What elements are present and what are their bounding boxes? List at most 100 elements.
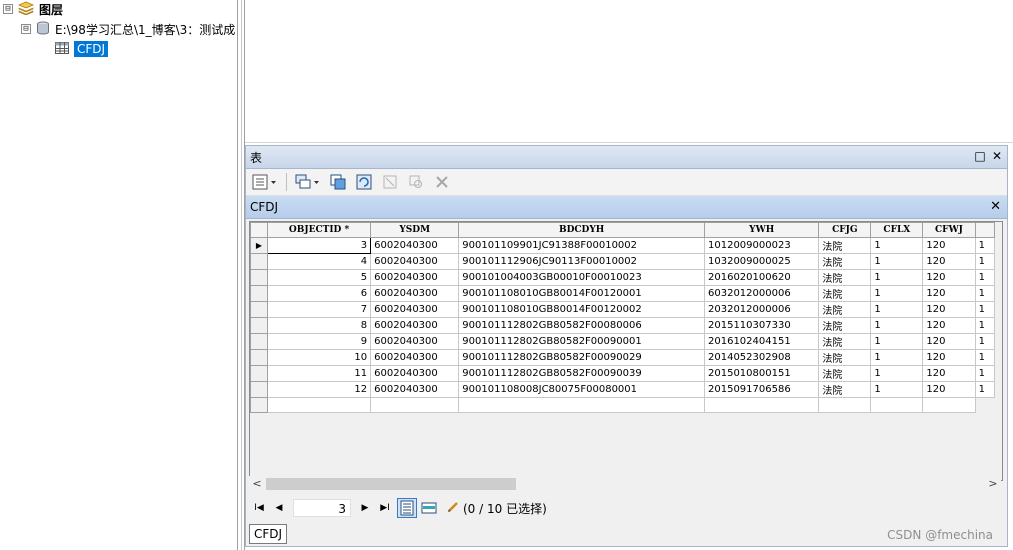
cell-cflx[interactable]: 1 [870, 285, 924, 302]
row-selector-header[interactable] [250, 222, 268, 238]
cell-ywh[interactable]: 1032009000025 [703, 253, 820, 270]
cell-ysdm[interactable]: 6002040300 [370, 349, 460, 366]
table-row[interactable]: 5 6002040300 900101004003GB00010F00010023 2… [250, 269, 1002, 286]
cell-objectid[interactable]: 4 [266, 253, 372, 270]
row-selector[interactable] [250, 381, 268, 398]
show-selected-records-icon[interactable] [419, 498, 439, 518]
cell-cfwj[interactable]: 120 [922, 349, 976, 366]
cell-objectid[interactable]: 12 [266, 381, 372, 398]
cell-extra[interactable]: 1 [974, 237, 996, 254]
table-row[interactable]: 4 6002040300 900101112906JC90113F00010002 1… [250, 253, 1002, 270]
empty-cell[interactable] [975, 397, 995, 413]
cell-bdcdyh[interactable]: 900101108010GB80014F00120001 [458, 285, 705, 302]
cell-cfjg[interactable]: 法院 [818, 253, 872, 270]
cell-cfjg[interactable]: 法院 [818, 285, 872, 302]
cell-cfjg[interactable]: 法院 [818, 317, 872, 334]
cell-extra[interactable]: 1 [974, 381, 996, 398]
row-selector[interactable] [250, 269, 268, 286]
cell-cfwj[interactable]: 120 [922, 285, 976, 302]
cell-ywh[interactable]: 2016020100620 [703, 269, 820, 286]
row-selector[interactable] [250, 253, 268, 270]
cell-objectid[interactable]: 3 [266, 237, 372, 254]
table-row[interactable]: 6 6002040300 900101108010GB80014F00120001 6… [250, 285, 1002, 302]
tree-root-label[interactable]: 图层 [39, 1, 63, 18]
row-selector[interactable] [250, 301, 268, 318]
cell-objectid[interactable]: 8 [266, 317, 372, 334]
select-by-attributes-icon[interactable] [327, 172, 349, 192]
cell-ywh[interactable]: 2016102404151 [703, 333, 820, 350]
row-selector[interactable]: ▶ [250, 237, 268, 254]
table-row[interactable]: 11 6002040300 900101112802GB80582F00090039… [250, 365, 1002, 382]
cell-extra[interactable]: 1 [974, 269, 996, 286]
cell-ysdm[interactable]: 6002040300 [370, 317, 460, 334]
cell-cflx[interactable]: 1 [870, 365, 924, 382]
row-selector[interactable] [250, 285, 268, 302]
tree-table-label[interactable]: CFDJ [74, 41, 109, 57]
column-header-ysdm[interactable]: YSDM [370, 222, 460, 238]
cell-cfjg[interactable]: 法院 [818, 349, 872, 366]
cell-cfjg[interactable]: 法院 [818, 333, 872, 350]
table-row[interactable]: ▶ 3 6002040300 900101109901JC91388F00010002… [250, 237, 1002, 254]
table-bottom-tab[interactable]: CFDJ [249, 524, 288, 544]
cell-bdcdyh[interactable]: 900101108010GB80014F00120002 [458, 301, 705, 318]
cell-cfwj[interactable]: 120 [922, 269, 976, 286]
cell-cfjg[interactable]: 法院 [818, 237, 872, 254]
cell-ywh[interactable]: 1012009000023 [703, 237, 820, 254]
empty-cell[interactable] [922, 397, 976, 413]
cell-objectid[interactable]: 11 [266, 365, 372, 382]
cell-cflx[interactable]: 1 [870, 269, 924, 286]
column-header-more[interactable] [974, 222, 996, 238]
cell-cfwj[interactable]: 120 [922, 381, 976, 398]
cell-bdcdyh[interactable]: 900101109901JC91388F00010002 [458, 237, 705, 254]
cell-extra[interactable]: 1 [974, 317, 996, 334]
zoom-to-selected-icon[interactable] [405, 172, 427, 192]
cell-cflx[interactable]: 1 [870, 253, 924, 270]
cell-cfwj[interactable]: 120 [922, 301, 976, 318]
cell-cflx[interactable]: 1 [870, 301, 924, 318]
cell-cflx[interactable]: 1 [870, 381, 924, 398]
table-options-dropdown-icon[interactable] [250, 172, 280, 192]
collapse-icon[interactable]: ⊟ [3, 4, 13, 14]
window-title-bar[interactable]: 表 □ ✕ [246, 146, 1007, 169]
cell-extra[interactable]: 1 [974, 365, 996, 382]
cell-cfjg[interactable]: 法院 [818, 381, 872, 398]
cell-objectid[interactable]: 9 [266, 333, 372, 350]
cell-bdcdyh[interactable]: 900101108008JC80075F00080001 [458, 381, 705, 398]
cell-cflx[interactable]: 1 [870, 317, 924, 334]
table-row[interactable]: 7 6002040300 900101108010GB80014F00120002 2… [250, 301, 1002, 318]
close-icon[interactable]: ✕ [990, 149, 1004, 163]
next-record-button[interactable]: ▶ [355, 498, 375, 518]
cell-ysdm[interactable]: 6002040300 [370, 285, 460, 302]
cell-ysdm[interactable]: 6002040300 [370, 253, 460, 270]
table-row[interactable]: 12 6002040300 900101108008JC80075F00080001… [250, 381, 1002, 398]
scrollbar-thumb[interactable] [266, 478, 516, 490]
column-header-cfjg[interactable]: CFJG [818, 222, 872, 238]
cell-ywh[interactable]: 6032012000006 [703, 285, 820, 302]
empty-cell[interactable] [870, 397, 924, 413]
empty-cell[interactable] [818, 397, 872, 413]
cell-cfwj[interactable]: 120 [922, 365, 976, 382]
row-selector[interactable] [250, 397, 268, 413]
cell-extra[interactable]: 1 [974, 333, 996, 350]
cell-cfwj[interactable]: 120 [922, 333, 976, 350]
empty-cell[interactable] [266, 397, 372, 413]
tree-database-label[interactable]: E:\98学习汇总\1_博客\3：测试成 [55, 21, 235, 38]
clear-selection-icon[interactable] [379, 172, 401, 192]
empty-table-row[interactable] [250, 397, 1002, 413]
column-header-ywh[interactable]: YWH [703, 222, 820, 238]
cell-cfjg[interactable]: 法院 [818, 269, 872, 286]
cell-extra[interactable]: 1 [974, 253, 996, 270]
last-record-button[interactable]: ▶I [375, 498, 395, 518]
cell-bdcdyh[interactable]: 900101004003GB00010F00010023 [458, 269, 705, 286]
cell-ywh[interactable]: 2015010800151 [703, 365, 820, 382]
cell-bdcdyh[interactable]: 900101112802GB80582F00090029 [458, 349, 705, 366]
cell-ywh[interactable]: 2032012000006 [703, 301, 820, 318]
tree-table-row[interactable]: CFDJ [55, 40, 109, 58]
first-record-button[interactable]: I◀ [249, 498, 269, 518]
cell-ywh[interactable]: 2015091706586 [703, 381, 820, 398]
empty-cell[interactable] [370, 397, 460, 413]
cell-ysdm[interactable]: 6002040300 [370, 269, 460, 286]
cell-bdcdyh[interactable]: 900101112802GB80582F00090039 [458, 365, 705, 382]
cell-cfjg[interactable]: 法院 [818, 365, 872, 382]
show-all-records-icon[interactable] [397, 498, 417, 518]
